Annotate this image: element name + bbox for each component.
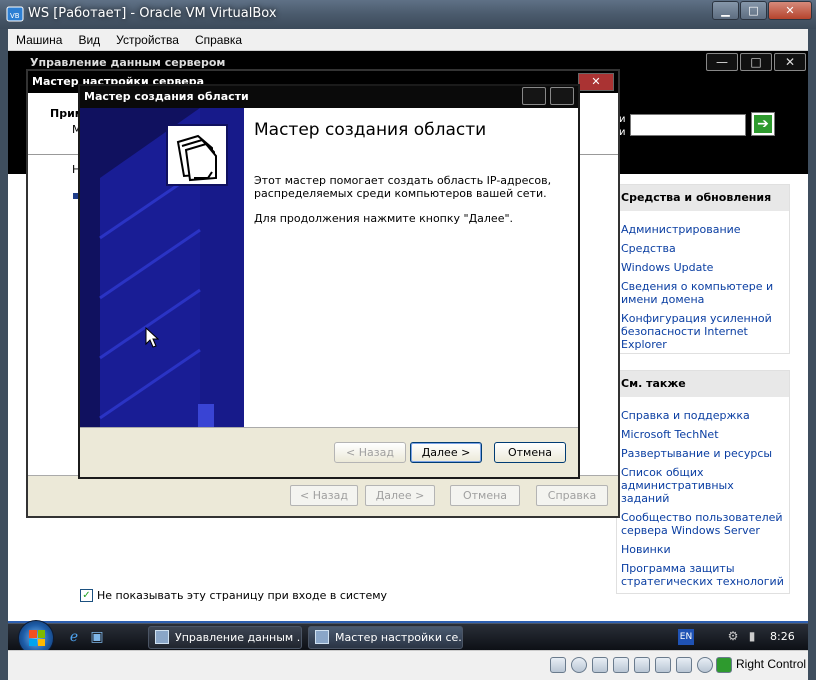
- new-scope-wizard: Мастер создания области Мастер создания …: [78, 84, 580, 479]
- wizard-button-bar: < Назад Далее > Отмена: [80, 427, 578, 477]
- host-frame-left: [0, 29, 8, 680]
- search-go-button[interactable]: ➔: [751, 112, 775, 136]
- wizard-continue-hint: Для продолжения нажмите кнопку "Далее".: [254, 212, 514, 225]
- display-icon[interactable]: [676, 657, 692, 673]
- menu-machine[interactable]: Машина: [8, 33, 70, 47]
- tools-updates-header: Средства и обновления: [617, 185, 789, 211]
- cfg-back-button[interactable]: < Назад: [290, 485, 358, 506]
- host-minimize-button[interactable]: ▁: [712, 1, 739, 20]
- new-scope-titlebar-button[interactable]: [522, 87, 546, 105]
- folders-icon: [166, 124, 228, 186]
- link-whats-new[interactable]: Новинки: [617, 543, 789, 556]
- new-scope-close-button[interactable]: [550, 87, 574, 105]
- optical-drive-icon[interactable]: [571, 657, 587, 673]
- shared-folders-icon[interactable]: [655, 657, 671, 673]
- link-technet[interactable]: Microsoft TechNet: [617, 428, 789, 441]
- tools-updates-box: Средства и обновления Администрирование …: [616, 184, 790, 354]
- host-close-button[interactable]: ✕: [768, 1, 812, 20]
- dont-show-label: Не показывать эту страницу при входе в с…: [97, 589, 388, 602]
- taskbar-item-config-wizard[interactable]: Мастер настройки се...: [308, 626, 463, 649]
- host-menubar: Машина Вид Устройства Справка: [8, 29, 808, 51]
- clock: 8:26: [770, 630, 795, 643]
- host-maximize-button[interactable]: □: [740, 1, 767, 20]
- wizard-description: Этот мастер помогает создать область IP-…: [254, 174, 552, 200]
- mouse-cursor-icon: [145, 327, 159, 348]
- dont-show-checkbox[interactable]: ✓: [80, 589, 93, 602]
- cfg-next-button[interactable]: Далее >: [365, 485, 435, 506]
- network-icon[interactable]: ⚙: [726, 629, 740, 643]
- link-windows-update[interactable]: Windows Update: [617, 261, 789, 274]
- mgmt-minimize-button[interactable]: —: [706, 53, 738, 71]
- link-help-support[interactable]: Справка и поддержка: [617, 409, 789, 422]
- host-window-title: WS [Работает] - Oracle VM VirtualBox: [28, 6, 277, 21]
- menu-devices[interactable]: Устройства: [108, 33, 187, 47]
- wizard-icon: [315, 630, 329, 644]
- new-scope-title: Мастер создания области: [84, 90, 249, 103]
- taskbar-item-label: Управление данным ...: [175, 631, 302, 644]
- audio-icon[interactable]: [592, 657, 608, 673]
- cfg-cancel-button[interactable]: Отмена: [450, 485, 520, 506]
- quick-launch-icon[interactable]: ▣: [88, 629, 106, 647]
- mgmt-maximize-button[interactable]: □: [740, 53, 772, 71]
- svg-text:VB: VB: [10, 12, 20, 20]
- mgmt-close-button[interactable]: ✕: [774, 53, 806, 71]
- link-administration[interactable]: Администрирование: [617, 223, 789, 236]
- language-indicator[interactable]: EN: [678, 629, 694, 645]
- wizard-content: Мастер создания области Этот мастер помо…: [244, 108, 578, 427]
- scope-back-button[interactable]: < Назад: [334, 442, 406, 463]
- ie-icon[interactable]: ℯ: [65, 629, 83, 647]
- scope-cancel-button[interactable]: Отмена: [494, 442, 566, 463]
- see-also-header: См. также: [617, 371, 789, 397]
- search-input[interactable]: [630, 114, 746, 136]
- host-frame-right: [808, 29, 816, 680]
- windows-logo-icon: [29, 630, 45, 646]
- new-scope-titlebar: Мастер создания области: [80, 86, 578, 108]
- taskbar-item-manage-server[interactable]: Управление данным ...: [148, 626, 302, 649]
- menu-view[interactable]: Вид: [70, 33, 108, 47]
- link-deployment[interactable]: Развертывание и ресурсы: [617, 447, 789, 460]
- hard-disk-icon[interactable]: [550, 657, 566, 673]
- taskbar-item-label: Мастер настройки се...: [335, 631, 463, 644]
- guest-screen: Управление данным сервером — □ ✕ и и ➔ С…: [8, 51, 808, 623]
- link-tools[interactable]: Средства: [617, 242, 789, 255]
- guest-taskbar: ℯ ▣ Управление данным ... Мастер настрой…: [8, 620, 808, 656]
- menu-help[interactable]: Справка: [187, 33, 250, 47]
- configure-server-close-button[interactable]: ✕: [578, 73, 614, 91]
- host-titlebar: VB WS [Работает] - Oracle VM VirtualBox …: [0, 0, 816, 29]
- arrow-right-icon: ➔: [754, 115, 772, 133]
- link-ie-security[interactable]: Конфигурация усиленной безопасности Inte…: [617, 312, 789, 351]
- link-admin-tasks[interactable]: Список общих административных заданий: [617, 466, 789, 505]
- network-adapter-icon[interactable]: [613, 657, 629, 673]
- wizard-heading: Мастер создания области: [254, 120, 487, 140]
- cfg-help-button[interactable]: Справка: [536, 485, 608, 506]
- manage-server-title: Управление данным сервером: [30, 56, 226, 69]
- mouse-integration-icon[interactable]: [697, 657, 713, 673]
- battery-icon[interactable]: ▮: [745, 629, 759, 643]
- dont-show-option: ✓ Не показывать эту страницу при входе в…: [80, 589, 387, 602]
- link-computer-info[interactable]: Сведения о компьютере и имени домена: [617, 280, 789, 306]
- vbox-status-bar: Right Control: [8, 650, 808, 680]
- scope-next-button[interactable]: Далее >: [410, 442, 482, 463]
- usb-icon[interactable]: [634, 657, 650, 673]
- right-pane: Средства и обновления Администрирование …: [606, 174, 798, 619]
- see-also-box: См. также Справка и поддержка Microsoft …: [616, 370, 790, 594]
- server-icon: [155, 630, 169, 644]
- link-security-program[interactable]: Программа защиты стратегических технолог…: [617, 562, 789, 588]
- virtualbox-icon: VB: [6, 6, 24, 22]
- host-key-icon[interactable]: [716, 657, 732, 673]
- wizard-side-graphic: [80, 108, 244, 427]
- link-community[interactable]: Сообщество пользователей сервера Windows…: [617, 511, 789, 537]
- host-key-label: Right Control: [736, 657, 807, 671]
